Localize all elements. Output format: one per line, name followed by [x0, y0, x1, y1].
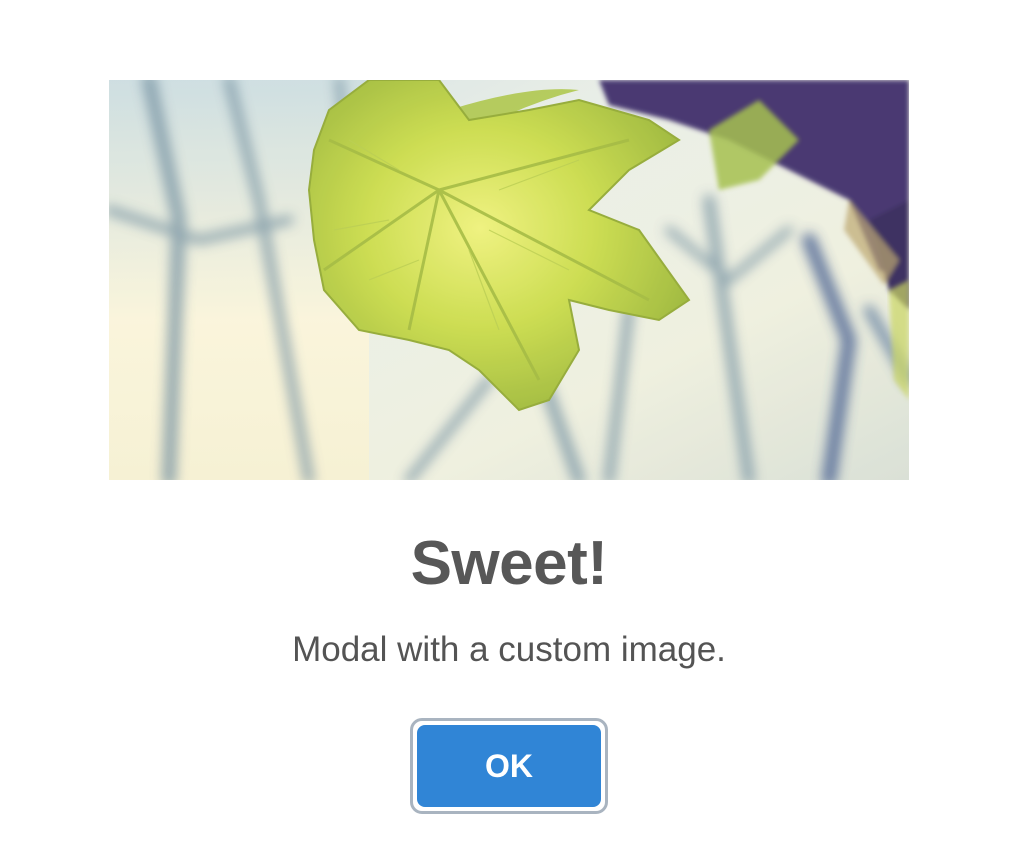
- custom-image: [109, 80, 909, 480]
- confirm-button-focus-ring: OK: [410, 718, 608, 814]
- ok-button[interactable]: OK: [417, 725, 601, 807]
- modal-title: Sweet!: [410, 529, 608, 598]
- modal-text: Modal with a custom image.: [292, 630, 726, 669]
- modal-dialog: Sweet! Modal with a custom image. OK: [0, 0, 1018, 852]
